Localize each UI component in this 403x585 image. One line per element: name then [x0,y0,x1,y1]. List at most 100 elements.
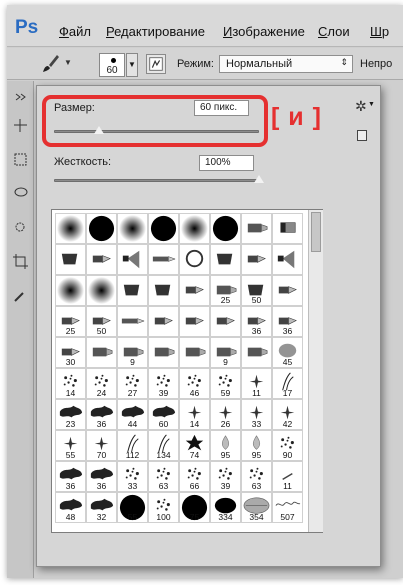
brush-preset-cell[interactable] [179,244,210,275]
brush-preset-cell[interactable]: 33 [117,461,148,492]
brush-preset-cell[interactable]: 39 [148,368,179,399]
menu-image[interactable]: Изображение [223,24,305,39]
brush-preset-cell[interactable]: 507 [272,492,303,523]
gear-icon[interactable]: ✲ [355,98,367,115]
brush-preset-cell[interactable]: 50 [86,306,117,337]
brush-preset-cell[interactable]: 55 [55,430,86,461]
brush-preset-cell[interactable]: 42 [272,399,303,430]
brush-preset-cell[interactable]: 45 [272,337,303,368]
brush-preset-cell[interactable]: 100 [148,492,179,523]
brush-preset-cell[interactable]: 32 [86,492,117,523]
brush-preset-cell[interactable]: 36 [272,306,303,337]
brush-preset-cell[interactable]: 354 [241,492,272,523]
brush-preset-cell[interactable]: 66 [179,461,210,492]
brush-preset-cell[interactable]: 44 [117,399,148,430]
brush-preset-cell[interactable] [86,337,117,368]
hardness-slider[interactable] [54,179,259,182]
brush-preset-cell[interactable]: 46 [179,368,210,399]
brush-preset-cell[interactable]: 9 [210,337,241,368]
mode-select[interactable]: Нормальный ⇕ [219,55,353,73]
brush-tool-icon[interactable] [42,54,60,74]
quick-select-tool-icon[interactable] [12,219,29,236]
tool-preset-dropdown-icon[interactable]: ▼ [64,58,72,67]
brush-preset-cell[interactable]: 9 [117,337,148,368]
brush-preset-cell[interactable]: 95 [241,430,272,461]
brush-preset-cell[interactable] [117,213,148,244]
brush-preset-cell[interactable] [148,213,179,244]
brush-preset-cell[interactable]: 334 [210,492,241,523]
menu-edit[interactable]: Редактирование [106,24,205,39]
brush-panel-toggle-icon[interactable] [146,54,166,74]
brush-preset-cell[interactable] [272,275,303,306]
brush-preset-picker[interactable]: 60 [99,53,125,77]
brush-preset-cell[interactable]: 14 [55,368,86,399]
gear-menu-arrow-icon[interactable]: ▼ [368,101,375,108]
scrollbar-thumb[interactable] [311,212,321,252]
eyedropper-tool-icon[interactable] [12,287,29,304]
brush-preset-cell[interactable]: 39 [210,461,241,492]
brush-preset-cell[interactable] [179,275,210,306]
brush-preset-cell[interactable]: 36 [55,461,86,492]
hardness-input[interactable]: 100% [199,155,254,171]
collapse-arrows-icon[interactable] [12,89,29,106]
preset-scrollbar[interactable] [308,210,323,532]
brush-preset-cell[interactable] [210,244,241,275]
brush-preset-cell[interactable] [179,337,210,368]
brush-preset-cell[interactable] [210,213,241,244]
brush-preset-cell[interactable] [272,213,303,244]
move-tool-icon[interactable] [12,117,29,134]
brush-preset-cell[interactable]: 63 [241,461,272,492]
brush-preset-cell[interactable] [86,213,117,244]
brush-preset-cell[interactable]: 36 [86,399,117,430]
brush-preset-cell[interactable]: 11 [241,368,272,399]
brush-preset-cell[interactable]: 55 [117,492,148,523]
brush-preset-cell[interactable] [241,213,272,244]
brush-preset-cell[interactable]: 134 [148,430,179,461]
brush-picker-dropdown-button[interactable]: ▼ [126,53,138,77]
brush-preset-cell[interactable] [210,306,241,337]
brush-preset-cell[interactable] [179,306,210,337]
brush-preset-cell[interactable] [148,306,179,337]
brush-preset-cell[interactable]: 48 [55,492,86,523]
brush-preset-cell[interactable]: 36 [241,306,272,337]
brush-preset-cell[interactable]: 75 [179,492,210,523]
brush-preset-cell[interactable]: 59 [210,368,241,399]
menu-layers[interactable]: Слои [318,24,350,39]
lasso-tool-icon[interactable] [12,185,29,202]
brush-preset-cell[interactable] [86,275,117,306]
brush-preset-cell[interactable]: 26 [210,399,241,430]
brush-preset-cell[interactable] [117,275,148,306]
brush-preset-cell[interactable]: 63 [148,461,179,492]
brush-preset-cell[interactable]: 17 [272,368,303,399]
brush-preset-cell[interactable] [272,244,303,275]
brush-preset-cell[interactable]: 27 [117,368,148,399]
brush-preset-cell[interactable]: 60 [148,399,179,430]
brush-preset-cell[interactable]: 112 [117,430,148,461]
brush-preset-cell[interactable]: 24 [86,368,117,399]
brush-preset-cell[interactable] [148,337,179,368]
brush-preset-cell[interactable] [55,213,86,244]
menu-type[interactable]: Шр [370,24,389,39]
menu-file[interactable]: Файл [59,24,91,39]
brush-preset-cell[interactable] [241,337,272,368]
brush-preset-cell[interactable]: 36 [86,461,117,492]
brush-preset-cell[interactable] [86,244,117,275]
brush-preset-cell[interactable] [55,244,86,275]
brush-preset-cell[interactable]: 11 [272,461,303,492]
brush-preset-cell[interactable] [241,244,272,275]
brush-preset-cell[interactable]: 95 [210,430,241,461]
crop-tool-icon[interactable] [12,253,29,270]
brush-preset-cell[interactable] [117,306,148,337]
brush-preset-cell[interactable] [148,244,179,275]
new-preset-icon[interactable] [357,130,367,141]
brush-preset-cell[interactable]: 23 [55,399,86,430]
brush-preset-cell[interactable]: 14 [179,399,210,430]
marquee-tool-icon[interactable] [12,151,29,168]
brush-preset-cell[interactable] [148,275,179,306]
brush-preset-cell[interactable]: 33 [241,399,272,430]
brush-preset-cell[interactable]: 50 [241,275,272,306]
brush-preset-cell[interactable] [55,275,86,306]
brush-preset-cell[interactable]: 70 [86,430,117,461]
brush-preset-cell[interactable]: 30 [55,337,86,368]
brush-preset-cell[interactable] [179,213,210,244]
